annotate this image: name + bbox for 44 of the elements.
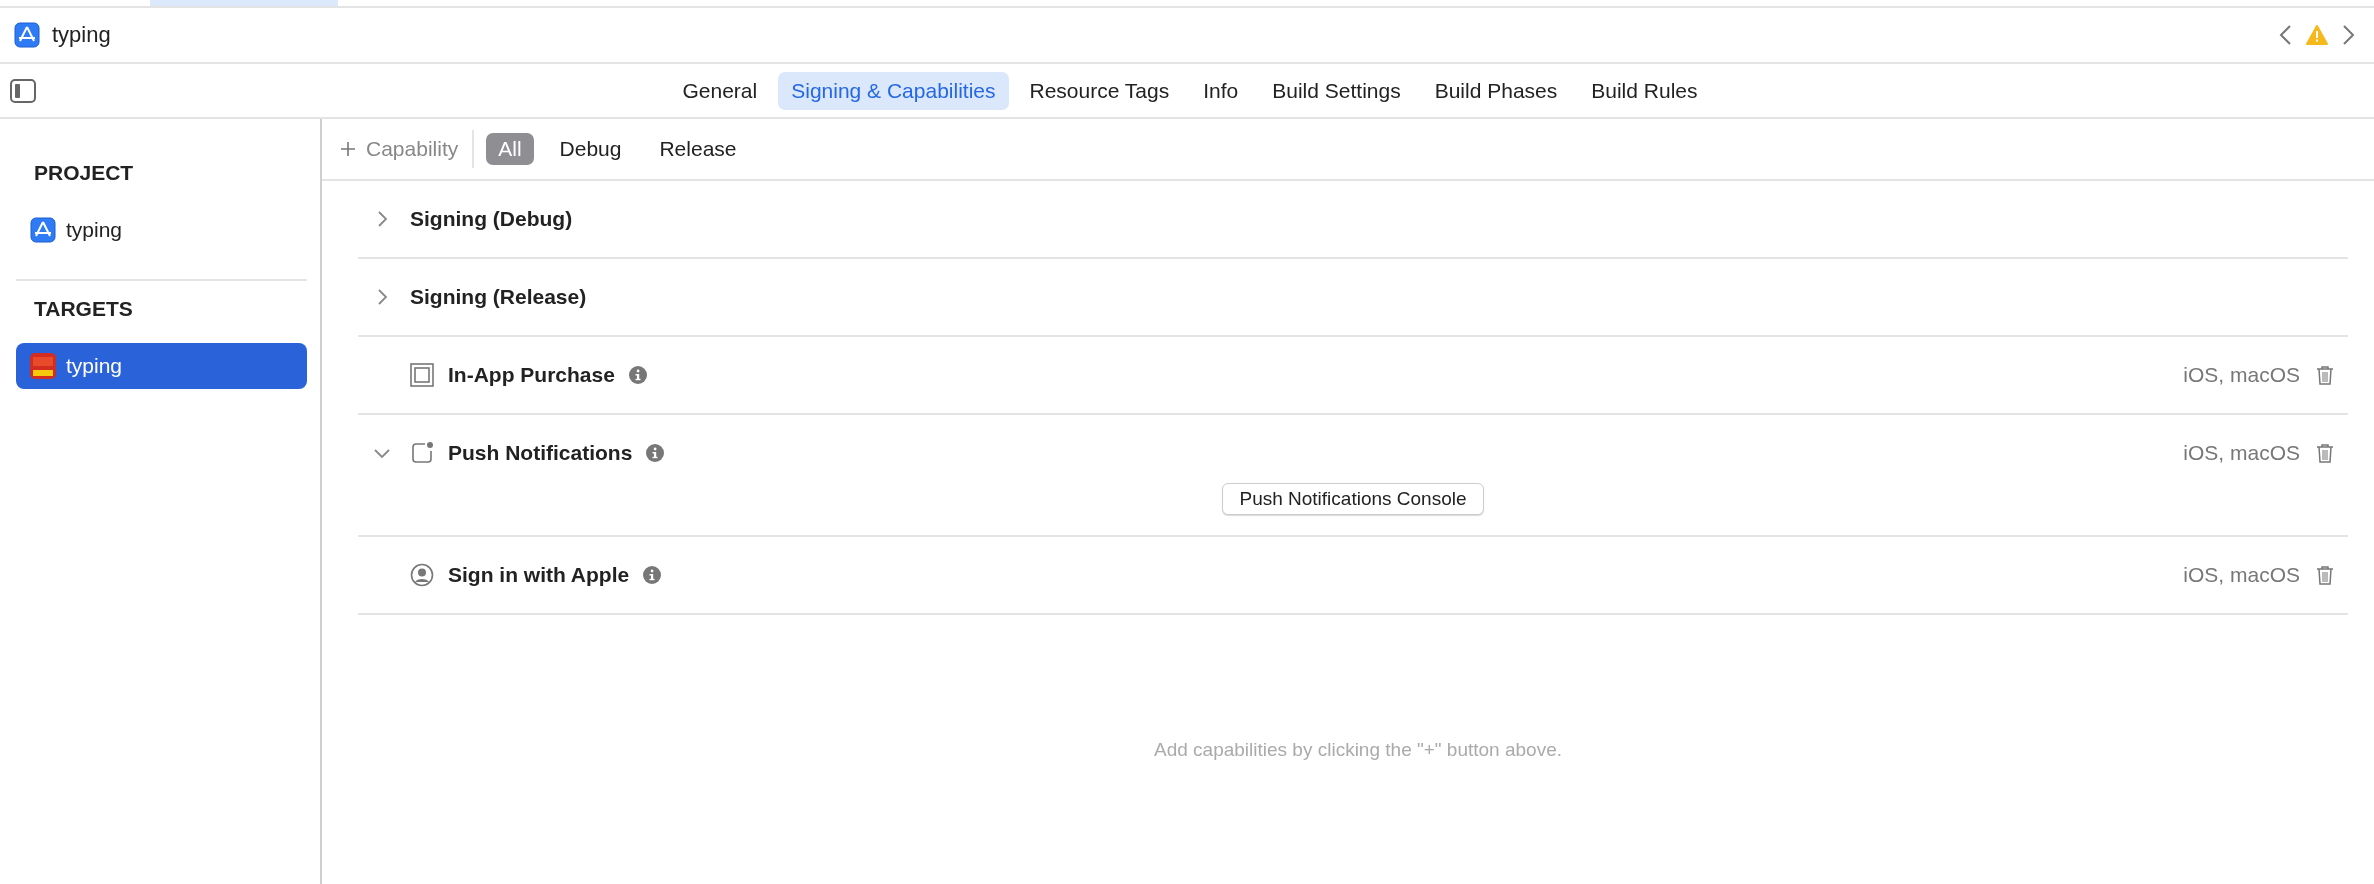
sidebar-toggle-icon[interactable] <box>10 78 36 103</box>
platforms-label: iOS, macOS <box>2183 441 2300 465</box>
capability-title: Signing (Debug) <box>410 207 573 231</box>
forward-chevron-icon[interactable] <box>2342 24 2356 46</box>
console-button[interactable]: Push Notifications Console <box>1222 483 1484 515</box>
editor-tab[interactable]: General <box>669 71 771 110</box>
back-chevron-icon[interactable] <box>2278 24 2292 46</box>
framed-square-icon <box>410 363 434 387</box>
editor-tab[interactable]: Resource Tags <box>1016 71 1183 110</box>
capability-title: Signing (Release) <box>410 285 587 309</box>
info-icon <box>628 366 647 384</box>
platforms-label: iOS, macOS <box>2183 363 2300 387</box>
editor-tab[interactable]: Info <box>1190 71 1252 110</box>
sidebar-item[interactable]: typing <box>16 207 307 253</box>
editor-tab[interactable]: Build Rules <box>1578 71 1711 110</box>
section-heading: TARGETS <box>33 297 134 321</box>
add-capability-button[interactable]: Capability <box>332 133 467 165</box>
person-circle-icon <box>410 563 434 587</box>
editor-tab[interactable]: Signing & Capabilities <box>778 71 1009 110</box>
chevron-right-icon[interactable] <box>376 289 388 305</box>
editor-tab[interactable]: Build Phases <box>1421 71 1571 110</box>
capability-title: Sign in with Apple <box>448 563 630 587</box>
platforms-label: iOS, macOS <box>2183 563 2300 587</box>
capability-title: Push Notifications <box>448 441 633 465</box>
info-icon <box>643 566 662 584</box>
info-icon <box>646 444 665 462</box>
target-app-icon <box>30 353 56 379</box>
empty-hint: Add capabilities by clicking the "+" button above. <box>1154 738 1562 761</box>
notification-square-icon <box>410 441 434 465</box>
project-title: typing <box>52 22 111 48</box>
app-icon <box>30 217 56 243</box>
trash-icon[interactable] <box>2316 443 2334 463</box>
trash-icon[interactable] <box>2316 565 2334 585</box>
chevron-right-icon[interactable] <box>376 211 388 227</box>
filter-option[interactable]: Release <box>647 133 749 165</box>
plus-icon <box>340 141 356 157</box>
filter-option[interactable]: Debug <box>547 133 634 165</box>
trash-icon[interactable] <box>2316 365 2334 385</box>
editor-tab[interactable]: Build Settings <box>1259 71 1414 110</box>
section-heading: PROJECT <box>33 161 135 185</box>
sidebar-item[interactable]: typing <box>16 343 307 389</box>
chevron-down-icon[interactable] <box>374 447 390 459</box>
capability-title: In-App Purchase <box>448 363 615 387</box>
app-icon <box>14 22 40 48</box>
